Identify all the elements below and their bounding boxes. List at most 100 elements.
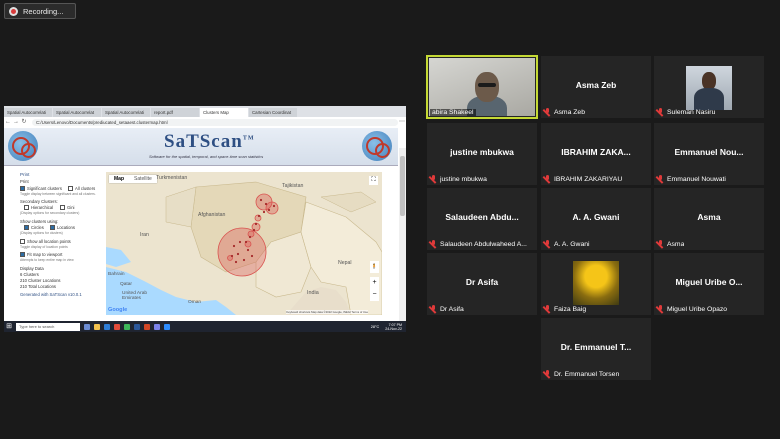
participant-tile-asma[interactable]: Asma Asma (654, 188, 764, 250)
location-point[interactable] (238, 240, 242, 244)
participant-tile-suleman[interactable]: Suleman Nasiru (654, 56, 764, 118)
participant-tile-justine[interactable]: justine mbukwa justine mbukwa (427, 123, 537, 185)
powerpoint-icon[interactable] (144, 323, 150, 330)
browser-tab[interactable]: Cartesian Coordinat (249, 108, 297, 117)
location-point[interactable] (250, 254, 254, 258)
participant-footer: Salaudeen Abdulwaheed A... (430, 240, 535, 248)
location-point[interactable] (254, 222, 258, 226)
location-point[interactable] (262, 210, 266, 214)
fullscreen-icon[interactable]: ⛶ (369, 176, 378, 185)
zoom-in-button[interactable]: + (370, 277, 379, 289)
word-icon[interactable] (134, 323, 140, 330)
location-point[interactable] (259, 198, 263, 202)
generated-link[interactable]: Generated with SaTScan v10.0.1 (20, 292, 82, 297)
chrome-icon[interactable] (114, 323, 120, 330)
all-clusters-radio[interactable]: All clusters (68, 186, 95, 192)
globe-logo-left (8, 131, 38, 161)
location-point[interactable] (257, 214, 261, 218)
label-uae: United Arab Emirates (122, 291, 148, 301)
fit-map-checkbox[interactable]: Fit map to viewport (20, 252, 62, 258)
participant-label: Salaudeen Abdulwaheed A... (440, 240, 527, 248)
explorer-icon[interactable] (94, 323, 100, 330)
locations-checkbox[interactable]: Locations (50, 225, 75, 231)
cluster-circle[interactable] (247, 230, 255, 238)
participant-label: IBRAHIM ZAKARIYAU (554, 175, 623, 183)
participant-footer: Faiza Baig (544, 305, 649, 313)
browser-tab[interactable]: Spatial Autocorrelati (4, 108, 52, 117)
print-link[interactable]: Print (20, 179, 29, 184)
refresh-icon[interactable]: ↻ (20, 118, 28, 126)
location-point[interactable] (236, 252, 240, 256)
circles-checkbox[interactable]: Circles (24, 225, 44, 231)
location-point[interactable] (248, 235, 252, 239)
forward-icon[interactable]: → (12, 118, 20, 126)
muted-mic-icon (657, 240, 665, 248)
participant-footer: Asma Zeb (544, 108, 649, 116)
map-tab[interactable]: Map (109, 175, 129, 183)
location-point[interactable] (230, 254, 234, 258)
extensions-icon[interactable]: ⋯ (398, 118, 406, 126)
page-scrollbar[interactable] (399, 148, 406, 332)
browser-tab[interactable]: report.pdf (151, 108, 199, 117)
muted-mic-icon (430, 240, 438, 248)
participant-tile-asma-zeb[interactable]: Asma Zeb Asma Zeb (541, 56, 651, 118)
windows-start-icon[interactable]: ⊞ (4, 322, 14, 332)
participant-footer: Dr Asifa (430, 305, 535, 313)
participant-footer: abira Shakeel (430, 109, 535, 116)
location-point[interactable] (246, 248, 250, 252)
participant-footer: A. A. Gwani (544, 240, 649, 248)
browser-tab[interactable]: Spatial Autocorrelat (53, 108, 101, 117)
participant-name-title: Miguel Uribe O... (675, 277, 743, 287)
teams-icon[interactable] (154, 323, 160, 330)
participant-tile-abira[interactable]: abira Shakeel (426, 55, 538, 119)
edge-icon[interactable] (104, 323, 110, 330)
label-turkmenistan: Turkmenistan (156, 175, 188, 181)
participant-tile-ibrahim[interactable]: IBRAHIM ZAKA... IBRAHIM ZAKARIYAU (541, 123, 651, 185)
address-field[interactable]: C:/Users/Lenovo/Documents/prediucated_se… (32, 118, 398, 126)
participant-tile-miguel[interactable]: Miguel Uribe O... Miguel Uribe Opazo (654, 253, 764, 315)
participant-name-title: Dr. Emmanuel T... (560, 342, 632, 352)
participant-tile-emmanuel-n[interactable]: Emmanuel Nou... Emmanuel Nouwati (654, 123, 764, 185)
location-point[interactable] (232, 244, 236, 248)
browser-tab-active[interactable]: Clusters Map (200, 108, 248, 117)
show-all-note: Toggle display of location points (20, 245, 68, 249)
location-point[interactable] (264, 202, 268, 206)
taskbar-search[interactable]: Type here to search (16, 322, 80, 331)
clock: 7:07 PM 24-Nov-22 (385, 322, 402, 331)
satellite-tab[interactable]: Satellite (129, 175, 157, 183)
participant-tile-gwani[interactable]: A. A. Gwani A. A. Gwani (541, 188, 651, 250)
location-point[interactable] (267, 208, 271, 212)
significant-clusters-radio[interactable]: Significant clusters (20, 186, 62, 192)
participant-label: Emmanuel Nouwati (667, 175, 726, 183)
participant-tile-asifa[interactable]: Dr Asifa Dr Asifa (427, 253, 537, 315)
muted-mic-icon (544, 175, 552, 183)
back-icon[interactable]: ← (4, 118, 12, 126)
muted-mic-icon (544, 240, 552, 248)
globe-logo-right (362, 131, 392, 161)
taskview-icon[interactable] (84, 323, 90, 330)
location-point[interactable] (234, 260, 238, 264)
participant-tile-faiza[interactable]: Faiza Baig (541, 253, 651, 315)
gini-radio[interactable]: Gini (60, 205, 74, 211)
weather-temp: 28°C (370, 324, 380, 329)
location-point[interactable] (272, 204, 276, 208)
participant-tile-salaudeen[interactable]: Salaudeen Abdu... Salaudeen Abdulwaheed A… (427, 188, 537, 250)
satscan-banner: SaTScanTM Software for the spatial, temp… (4, 128, 398, 166)
pegman-icon[interactable]: 🧍 (370, 261, 379, 273)
location-point[interactable] (242, 258, 246, 262)
zoom-icon[interactable] (164, 323, 170, 330)
browser-tab[interactable]: Spatial Autocorrelati (102, 108, 150, 117)
recording-indicator[interactable]: Recording... (4, 3, 76, 19)
show-all-locations-checkbox[interactable]: Show all location points (20, 239, 71, 245)
participant-footer: justine mbukwa (430, 175, 535, 183)
hierarchical-radio[interactable]: Hierarchical (24, 205, 53, 211)
zoom-out-button[interactable]: − (370, 289, 379, 301)
cluster-map[interactable]: Map Satellite ⛶ Turkmenistan Tajikistan … (106, 172, 382, 315)
location-point[interactable] (252, 228, 256, 232)
participant-tile-torsen[interactable]: Dr. Emmanuel T... Dr. Emmanuel Torsen (541, 318, 651, 380)
cluster-circle[interactable] (217, 227, 267, 277)
cluster-circle[interactable] (265, 201, 279, 215)
participant-label: Miguel Uribe Opazo (667, 305, 728, 313)
location-point[interactable] (244, 240, 248, 244)
excel-icon[interactable] (124, 323, 130, 330)
